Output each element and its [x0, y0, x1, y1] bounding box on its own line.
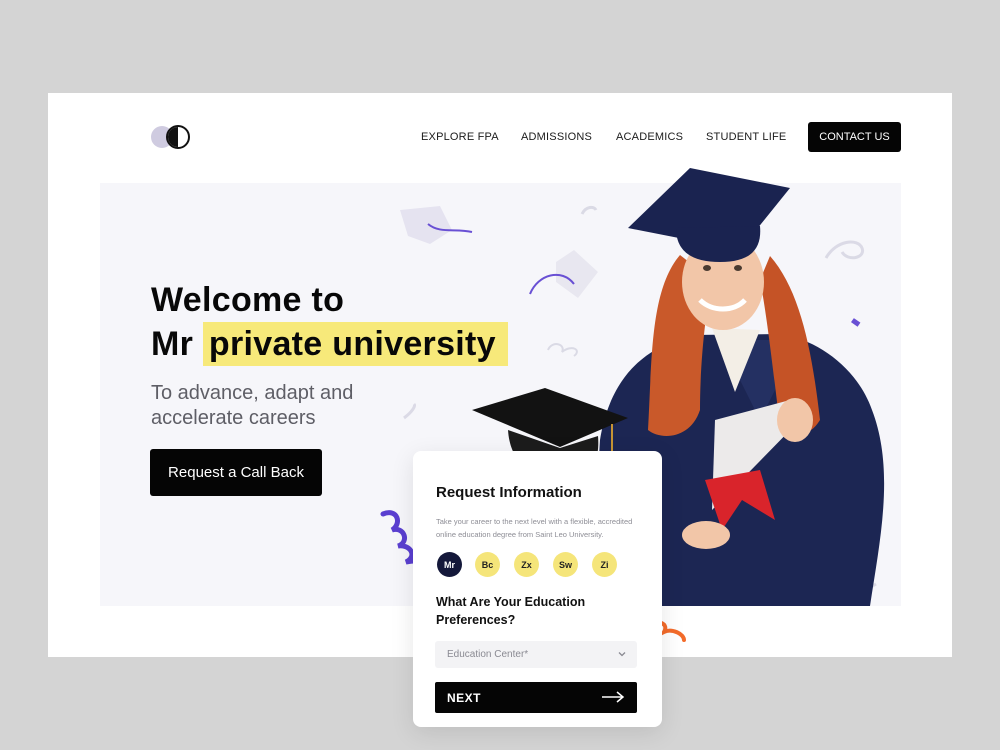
hero-title-prefix: Mr	[151, 325, 194, 363]
chip-sw[interactable]: Sw	[553, 552, 578, 577]
hero-subtitle: To advance, adapt and accelerate careers	[151, 382, 354, 429]
hero-title-highlight: private university	[202, 322, 508, 366]
hero-title-line2: Mr private university	[151, 322, 508, 366]
logo-icon[interactable]	[150, 124, 190, 150]
select-placeholder: Education Center*	[447, 649, 529, 660]
request-information-card: Request Information Take your career to …	[413, 451, 662, 727]
nav-admissions[interactable]: ADMISSIONS	[521, 131, 592, 143]
chip-mr[interactable]: Mr	[437, 552, 462, 577]
arrow-right-icon	[602, 691, 625, 703]
card-title: Request Information	[436, 484, 582, 501]
nav-academics[interactable]: ACADEMICS	[616, 131, 683, 143]
education-center-select[interactable]: Education Center*	[435, 641, 637, 668]
nav-student-life[interactable]: STUDENT LIFE	[706, 131, 786, 143]
request-call-back-button[interactable]: Request a Call Back	[150, 449, 322, 496]
card-description: Take your career to the next level with …	[436, 517, 633, 539]
chevron-down-icon	[618, 652, 626, 657]
chip-zi[interactable]: Zi	[592, 552, 617, 577]
hero-title: Welcome to Mr private university	[151, 278, 508, 366]
hero-title-line1: Welcome to	[151, 281, 345, 319]
chip-bc[interactable]: Bc	[475, 552, 500, 577]
contact-us-button[interactable]: CONTACT US	[808, 122, 901, 152]
nav-explore-fpa[interactable]: EXPLORE FPA	[421, 131, 499, 143]
next-label: NEXT	[447, 691, 482, 705]
next-button[interactable]: NEXT	[435, 682, 637, 713]
education-preferences-question: What Are Your Education Preferences?	[436, 595, 586, 627]
chip-zx[interactable]: Zx	[514, 552, 539, 577]
